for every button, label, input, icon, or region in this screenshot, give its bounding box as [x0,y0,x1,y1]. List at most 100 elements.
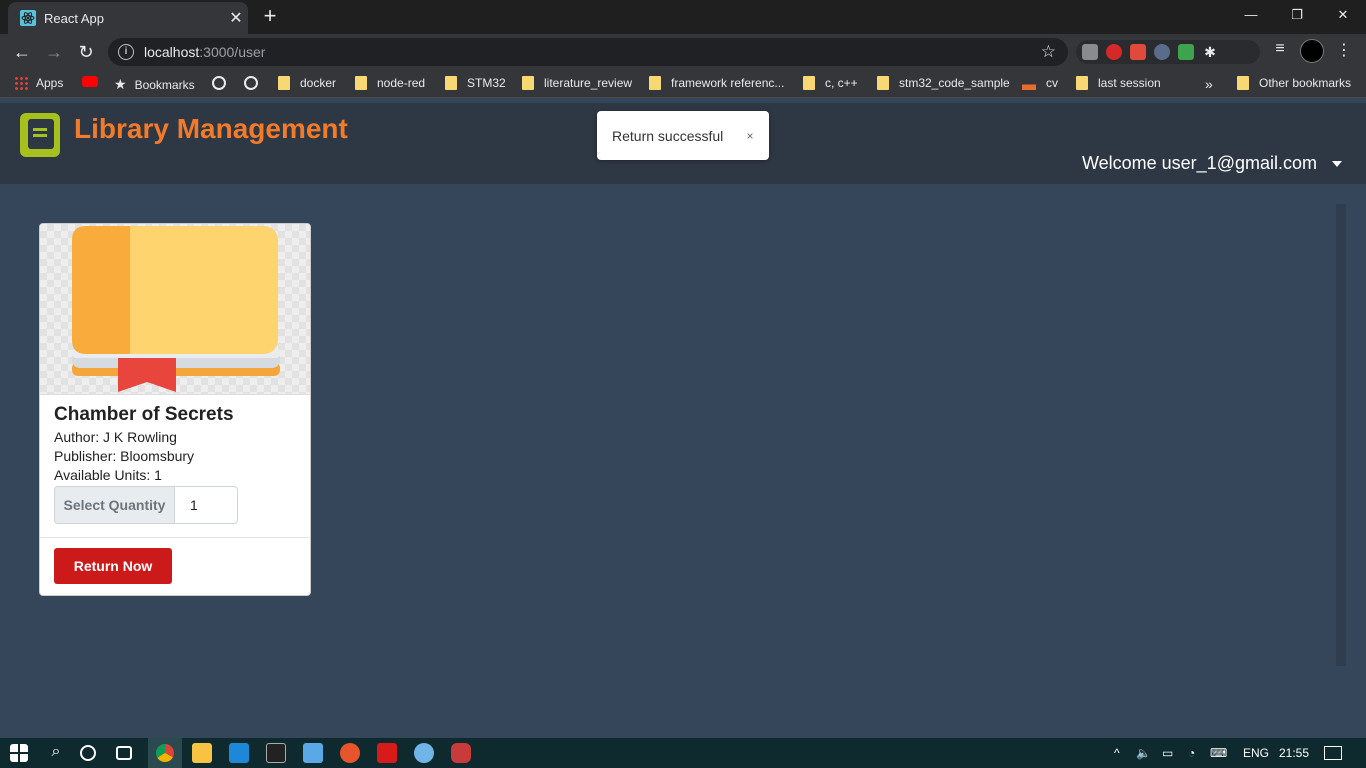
menu-icon[interactable]: ⋮ [1332,40,1356,60]
bookmark-bookmarks[interactable]: ★ Bookmarks [114,76,195,93]
folder-icon [278,76,290,90]
chrome-icon [156,744,174,762]
search-icon[interactable]: ⌕ [46,743,66,763]
app-icon[interactable] [451,743,471,763]
folder-icon [522,76,534,90]
user-menu[interactable]: Welcome user_1@gmail.com [1082,153,1342,174]
youtube-icon [82,76,98,87]
tab-close-icon[interactable]: ✕ [224,8,248,28]
cors-icon[interactable] [1178,44,1194,60]
folder-icon [1237,76,1249,90]
minimize-icon[interactable]: — [1228,0,1274,30]
file-explorer-icon[interactable] [192,743,212,763]
globe-icon [244,76,258,90]
extension-icon[interactable] [1082,44,1098,60]
app-title: Library Management [74,113,348,144]
postman-icon[interactable] [340,743,360,763]
bookmark-star-icon[interactable]: ☆ [1041,42,1056,62]
browser-tab[interactable]: React App ✕ [8,2,248,34]
address-bar[interactable]: i localhost:3000/user ☆ [108,38,1068,66]
bookmark-framework[interactable]: framework referenc... [649,76,784,90]
scrollbar[interactable] [1336,204,1346,666]
reload-icon[interactable]: ↻ [74,40,98,64]
quantity-group: Select Quantity [54,486,238,524]
book-author: Author: J K Rowling [54,429,177,445]
close-window-icon[interactable]: ✕ [1320,0,1366,30]
clock[interactable]: 21:55 [1279,746,1309,760]
language-indicator[interactable]: ENG [1243,746,1269,760]
window-controls: — ❐ ✕ [1228,0,1366,32]
extensions-area: ✱ [1076,40,1260,64]
folder-icon [445,76,457,90]
bookmark-youtube[interactable] [82,76,98,87]
card-body: Chamber of Secrets Author: J K Rowling P… [54,404,298,524]
wifi-icon[interactable]: ◔ [1188,746,1195,760]
book-logo-icon [20,113,60,157]
media-icon[interactable]: ≡ [1268,40,1292,58]
toast-close-icon[interactable]: × [731,129,769,143]
folder-icon [803,76,815,90]
extension-icon[interactable] [1130,44,1146,60]
acrobat-icon[interactable] [377,743,397,763]
notepad-icon[interactable] [303,743,323,763]
new-tab-icon[interactable]: + [258,4,282,28]
volume-icon[interactable]: 🔈 [1136,746,1151,760]
windows-start-icon[interactable] [10,744,28,762]
cortana-icon[interactable] [80,745,96,761]
bookmark-stm32[interactable]: STM32 [445,76,506,90]
avatar[interactable] [1300,39,1324,63]
keyboard-icon[interactable]: ⌨ [1210,746,1227,760]
back-icon[interactable]: ← [10,40,34,64]
book-card: Chamber of Secrets Author: J K Rowling P… [39,223,311,596]
extension-icon[interactable] [1154,44,1170,60]
bookmarks-bar: Apps ★ Bookmarks docker node-red STM32 l… [0,70,1366,98]
quantity-input[interactable] [175,486,238,524]
browser-titlebar: React App ✕ + — ❐ ✕ [0,0,1366,34]
terminal-icon[interactable] [266,743,286,763]
caret-down-icon [1332,160,1342,167]
toast-message: Return successful [612,127,724,144]
bookmark-stm32-code[interactable]: stm32_code_sample [877,76,1010,90]
tab-title: React App [44,10,104,26]
bookmark-globe-1[interactable] [212,76,226,90]
bookmark-node-red[interactable]: node-red [355,76,425,90]
chart-icon [1022,76,1036,90]
forward-icon[interactable]: → [42,40,66,64]
browser-toolbar: ← → ↻ i localhost:3000/user ☆ ✱ ≡ ⋮ [0,34,1366,70]
battery-icon[interactable]: ▭ [1162,746,1173,760]
book-icon [72,226,280,392]
folder-icon [1076,76,1088,90]
bookmark-globe-2[interactable] [244,76,258,90]
globe-icon [212,76,226,90]
task-view-icon[interactable] [116,746,132,760]
site-info-icon[interactable]: i [118,44,134,60]
folder-icon [355,76,367,90]
paint-icon[interactable] [414,743,434,763]
return-now-button[interactable]: Return Now [54,548,172,584]
star-icon: ★ [114,76,127,92]
bookmark-docker[interactable]: docker [278,76,336,90]
vscode-icon[interactable] [229,743,249,763]
bookmark-literature-review[interactable]: literature_review [522,76,632,90]
apps-grid-icon [14,76,28,90]
bookmark-c-cpp[interactable]: c, c++ [803,76,858,90]
folder-icon [877,76,889,90]
bookmark-last-session[interactable]: last session [1076,76,1161,90]
bookmarks-overflow[interactable]: » [1205,76,1213,92]
url-text: localhost:3000/user [144,44,266,60]
notifications-icon[interactable] [1324,746,1342,760]
taskbar: ⌕ ^ 🔈 ▭ ◔ ⌨ ENG 21:55 [0,738,1366,768]
bookmark-apps[interactable]: Apps [14,76,63,90]
puzzle-icon[interactable]: ✱ [1202,44,1218,60]
react-icon [20,10,36,26]
welcome-text: Welcome user_1@gmail.com [1081,153,1317,173]
toast-notification: Return successful × [597,111,769,160]
book-available: Available Units: 1 [54,467,162,483]
restore-icon[interactable]: ❐ [1274,0,1320,30]
bookmark-cv[interactable]: cv [1022,76,1058,90]
adblock-icon[interactable] [1106,44,1122,60]
bookmark-other[interactable]: Other bookmarks [1237,76,1351,90]
card-divider [40,537,310,538]
tray-expand-icon[interactable]: ^ [1114,746,1120,760]
book-publisher: Publisher: Bloomsbury [54,448,195,464]
